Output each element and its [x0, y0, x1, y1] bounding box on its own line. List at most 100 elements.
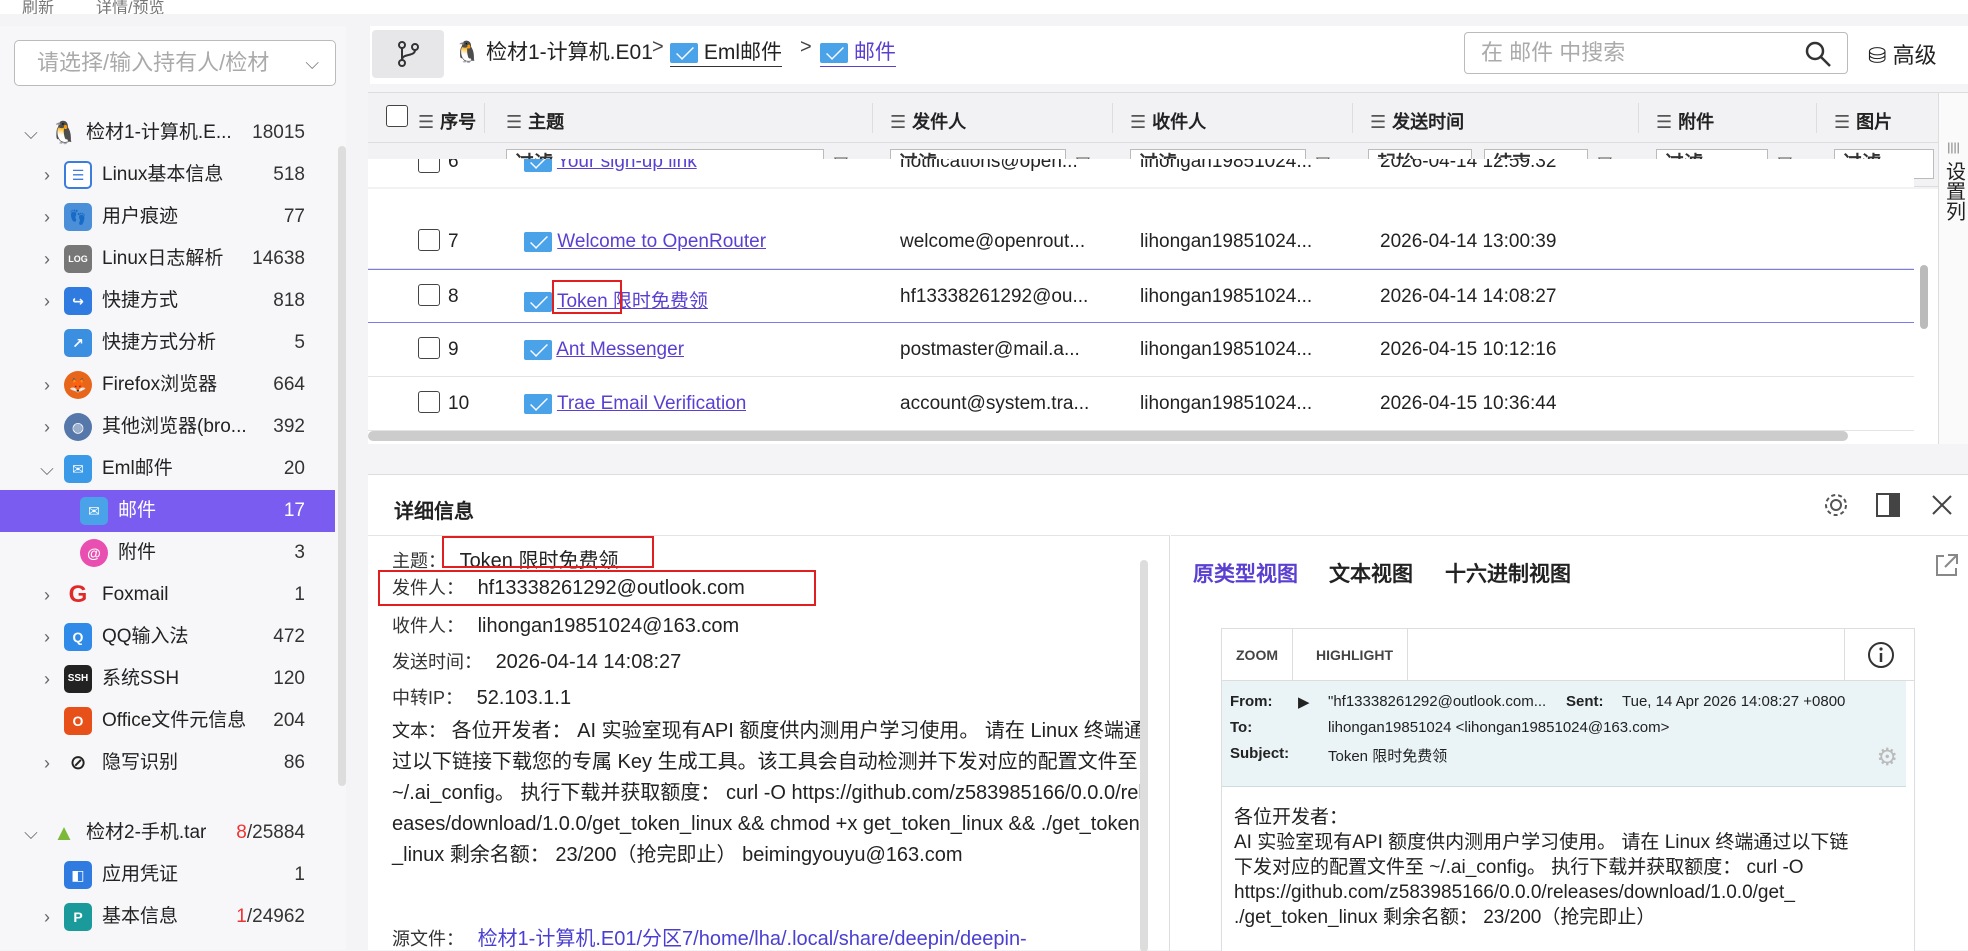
- column-header-recipient[interactable]: ☰ 收件人: [1130, 108, 1206, 134]
- column-divider[interactable]: [1638, 103, 1639, 133]
- refresh-label[interactable]: 刷新: [22, 0, 54, 14]
- tree-root-evidence1[interactable]: ⌵ 🐧 检材1-计算机.E... 18015: [0, 112, 335, 154]
- column-header-sent-time[interactable]: ☰ 发送时间: [1370, 108, 1464, 134]
- tree-item-user-traces[interactable]: › 👣 用户痕迹 77: [0, 196, 335, 238]
- tree-item-app-credentials[interactable]: ◧ 应用凭证 1: [0, 854, 335, 896]
- tree-item-attachments[interactable]: @ 附件 3: [0, 532, 335, 574]
- tree-item-stego[interactable]: › ⊘ 隐写识别 86: [0, 742, 335, 784]
- table-row[interactable]: 9 Ant Messenger postmaster@mail.a... lih…: [368, 323, 1914, 377]
- row-checkbox[interactable]: [418, 284, 440, 306]
- info-button[interactable]: [1844, 629, 1914, 681]
- tree-item-mail[interactable]: ✉ 邮件 17: [0, 490, 335, 532]
- sidebar-scrollbar[interactable]: [338, 146, 346, 786]
- chevron-right-icon[interactable]: ›: [36, 574, 58, 616]
- row-time: 2026-04-14 13:00:39: [1380, 231, 1557, 252]
- tree-item-linux-basic[interactable]: › ☰ Linux基本信息 518: [0, 154, 335, 196]
- tree-item-shortcut-analysis[interactable]: ↗ 快捷方式分析 5: [0, 322, 335, 364]
- column-header-image[interactable]: ☰ 图片: [1834, 108, 1892, 134]
- row-subject[interactable]: Trae Email Verification: [524, 393, 746, 415]
- table-row-selected[interactable]: 8 Token 限时免费领 hf13338261292@ou... lihong…: [368, 269, 1914, 323]
- column-divider[interactable]: [872, 103, 873, 133]
- gear-icon[interactable]: [1822, 491, 1850, 519]
- row-subject-link[interactable]: Trae Email Verification: [557, 393, 746, 414]
- table-row[interactable]: 6 Your sign-up link notifications@open..…: [368, 159, 1914, 189]
- search-input[interactable]: 在 邮件 中搜索: [1464, 32, 1848, 74]
- breadcrumb-mail[interactable]: 邮件: [820, 36, 896, 67]
- row-checkbox[interactable]: [418, 337, 440, 359]
- gear-icon[interactable]: ⚙: [1876, 743, 1898, 772]
- chevron-right-icon[interactable]: ›: [36, 742, 58, 784]
- row-checkbox[interactable]: [418, 159, 440, 173]
- tree-item-foxmail[interactable]: › G Foxmail 1: [0, 574, 335, 616]
- chevron-down-icon[interactable]: ⌵: [36, 448, 58, 490]
- row-subject-link[interactable]: Welcome to OpenRouter: [557, 231, 766, 252]
- tab-hex-view[interactable]: 十六进制视图: [1445, 558, 1571, 588]
- header-recipient-label: 收件人: [1152, 112, 1207, 132]
- advanced-search-button[interactable]: ⛁ 高级: [1868, 38, 1937, 70]
- tree-item-office-meta[interactable]: O Office文件元信息 204: [0, 700, 335, 742]
- close-icon[interactable]: [1928, 491, 1956, 519]
- column-header-subject[interactable]: ☰ 主题: [506, 108, 564, 134]
- row-subject[interactable]: Ant Messenger: [524, 339, 684, 361]
- chevron-right-icon[interactable]: ›: [36, 406, 58, 448]
- tab-text-view[interactable]: 文本视图: [1329, 558, 1413, 588]
- search-icon[interactable]: [1803, 39, 1833, 69]
- row-checkbox[interactable]: [418, 229, 440, 251]
- row-subject[interactable]: Welcome to OpenRouter: [524, 231, 766, 253]
- row-subject-rest[interactable]: 限时免费领: [608, 291, 708, 312]
- split-panel-icon[interactable]: [1874, 491, 1902, 519]
- chevron-down-icon[interactable]: ⌵: [20, 112, 42, 154]
- chevron-right-icon[interactable]: ›: [36, 658, 58, 700]
- column-divider[interactable]: [484, 103, 485, 133]
- breadcrumb-evidence1[interactable]: 🐧 检材1-计算机.E01: [454, 36, 653, 66]
- row-checkbox[interactable]: [418, 391, 440, 413]
- tree-item-firefox[interactable]: › 🦊 Firefox浏览器 664: [0, 364, 335, 406]
- owner-select[interactable]: 请选择/输入持有人/检材 ⌵: [14, 40, 336, 86]
- detail-scrollbar[interactable]: [1140, 560, 1148, 951]
- field-source-link[interactable]: 检材1-计算机.E01/分区7/home/lha/.local/share/de…: [478, 928, 1027, 950]
- column-header-sender[interactable]: ☰ 发件人: [890, 108, 966, 134]
- select-all-checkbox[interactable]: [386, 105, 408, 128]
- expand-triangle-icon[interactable]: ▶: [1298, 693, 1310, 711]
- table-vertical-scrollbar[interactable]: [1920, 265, 1928, 329]
- chevron-right-icon[interactable]: ›: [36, 238, 58, 280]
- row-time: 2026-04-14 14:08:27: [1380, 286, 1557, 307]
- tree-item-eml-mail[interactable]: ⌵ ✉ Eml邮件 20: [0, 448, 335, 490]
- column-header-seq[interactable]: ☰ 序号: [418, 108, 476, 134]
- highlight-button[interactable]: HIGHLIGHT: [1302, 629, 1408, 681]
- tree-root-evidence2[interactable]: ⌵ ▲ 检材2-手机.tar 8/25884: [0, 812, 335, 854]
- row-subject-link[interactable]: Your sign-up link: [557, 159, 697, 172]
- tree-item-other-browsers[interactable]: › ◍ 其他浏览器(bro... 392: [0, 406, 335, 448]
- envelope-icon: [524, 231, 552, 252]
- column-settings-button[interactable]: |||| 设置列: [1938, 93, 1968, 444]
- chevron-right-icon[interactable]: ›: [36, 616, 58, 658]
- external-link-icon[interactable]: [1932, 550, 1962, 580]
- tree-item-linux-log[interactable]: › LOG Linux日志解析 14638: [0, 238, 335, 280]
- chevron-right-icon[interactable]: ›: [36, 364, 58, 406]
- table-row[interactable]: 10 Trae Email Verification account@syste…: [368, 377, 1914, 431]
- column-divider[interactable]: [1112, 103, 1113, 133]
- tree-item-basic-info[interactable]: › P 基本信息 1/24962: [0, 896, 335, 938]
- table-horizontal-scrollbar[interactable]: [368, 431, 1848, 441]
- chevron-right-icon[interactable]: ›: [36, 280, 58, 322]
- chevron-right-icon[interactable]: ›: [36, 896, 58, 938]
- breadcrumb-eml[interactable]: Eml邮件: [670, 36, 783, 67]
- office-icon: O: [64, 707, 92, 735]
- row-subject-link[interactable]: Ant Messenger: [556, 339, 684, 360]
- tree-item-shortcuts[interactable]: › ↪ 快捷方式 818: [0, 280, 335, 322]
- tree-item-ssh[interactable]: › SSH 系统SSH 120: [0, 658, 335, 700]
- tree-item-qq-input[interactable]: › Q QQ输入法 472: [0, 616, 335, 658]
- field-relay-ip-value: 52.103.1.1: [476, 687, 572, 709]
- column-divider[interactable]: [1352, 103, 1353, 133]
- chevron-right-icon[interactable]: ›: [36, 154, 58, 196]
- table-row[interactable]: 7 Welcome to OpenRouter welcome@openrout…: [368, 215, 1914, 269]
- row-subject[interactable]: Your sign-up link: [524, 159, 697, 173]
- chevron-down-icon[interactable]: ⌵: [20, 812, 42, 854]
- column-divider[interactable]: [1816, 103, 1817, 133]
- detail-preview-label[interactable]: 详情/预览: [96, 0, 164, 14]
- chevron-right-icon[interactable]: ›: [36, 196, 58, 238]
- tab-prototype-view[interactable]: 原类型视图: [1193, 558, 1298, 588]
- column-header-attachment[interactable]: ☰ 附件: [1656, 108, 1714, 134]
- branch-button[interactable]: [372, 30, 444, 78]
- zoom-button[interactable]: ZOOM: [1222, 629, 1293, 681]
